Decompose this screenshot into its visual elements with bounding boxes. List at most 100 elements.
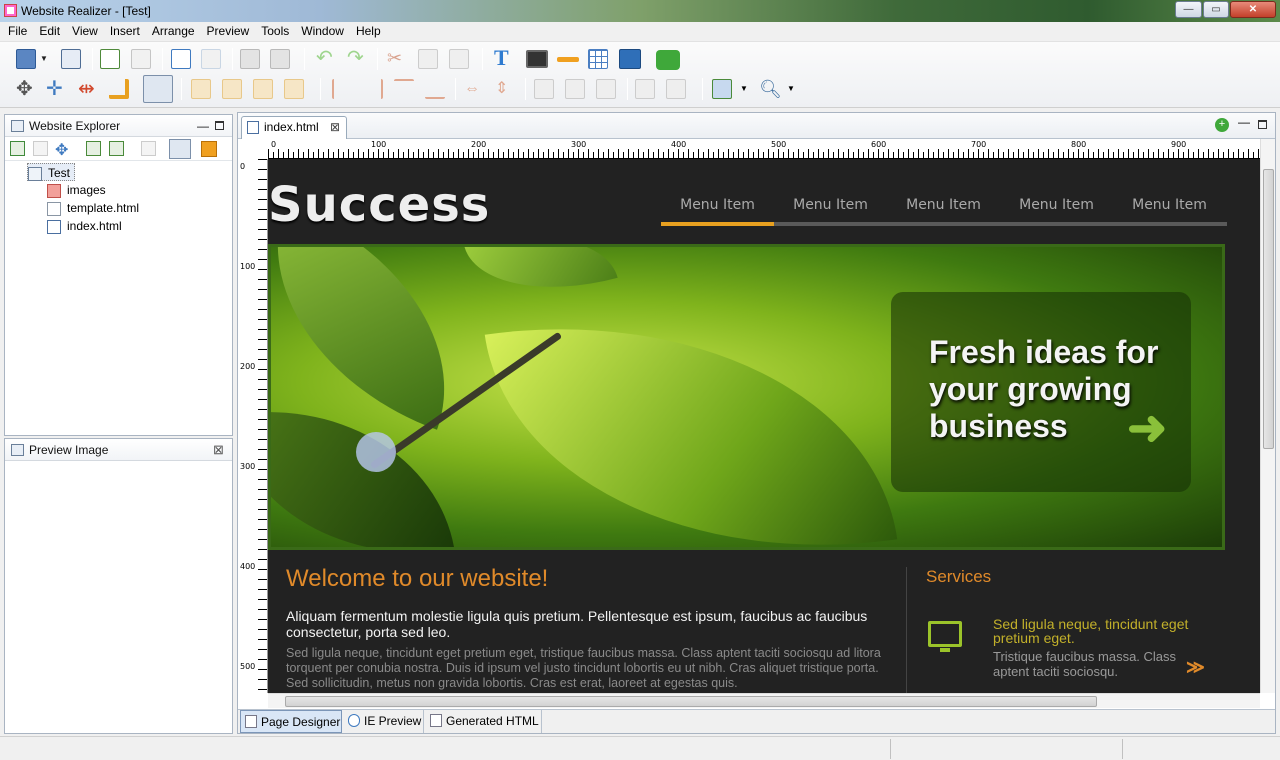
tab-page-designer[interactable]: Page Designer [240, 710, 342, 733]
body-paragraph[interactable]: Sed ligula neque, tincidunt eget pretium… [286, 646, 896, 691]
monitor-icon [928, 621, 962, 652]
menu-arrange[interactable]: Arrange [148, 22, 199, 41]
welcome-heading[interactable]: Welcome to our website! [286, 565, 548, 593]
ruler-label: 0 [240, 162, 246, 171]
menu-file[interactable]: File [4, 22, 31, 41]
ruler-label: 200 [240, 362, 256, 371]
nav-menu-item[interactable]: Menu Item [1000, 197, 1113, 213]
add-folder-icon[interactable] [10, 141, 25, 156]
tree-item-test[interactable]: Test [27, 163, 76, 181]
grid-icon[interactable]: ✥ [16, 79, 36, 99]
menu-help[interactable]: Help [352, 22, 385, 41]
ie-icon [348, 714, 360, 727]
add-page-icon[interactable] [100, 49, 120, 69]
horizontal-scrollbar[interactable] [268, 693, 1260, 708]
tree-item-index[interactable]: index.html [47, 217, 122, 235]
close-panel-icon[interactable]: ⊠ [213, 439, 224, 461]
menu-preview[interactable]: Preview [203, 22, 254, 41]
vertical-scrollbar[interactable] [1260, 139, 1275, 693]
ruler-label: 400 [671, 140, 687, 149]
zoom-dropdown-icon[interactable]: ▼ [787, 85, 795, 93]
close-button[interactable]: ✕ [1230, 1, 1276, 18]
nav-menu-item[interactable]: Menu Item [1113, 197, 1226, 213]
maximize-panel-icon[interactable] [215, 121, 224, 130]
vertical-scroll-thumb[interactable] [1263, 169, 1274, 449]
open-icon[interactable] [171, 49, 191, 69]
ruler-label: 500 [771, 140, 787, 149]
maximize-button[interactable]: ▭ [1203, 1, 1229, 18]
zoom-icon[interactable]: 🔍︎ [759, 79, 782, 99]
services-heading[interactable]: Services [926, 567, 991, 587]
insert-table-icon[interactable] [588, 49, 608, 69]
menu-edit[interactable]: Edit [35, 22, 64, 41]
move-item-icon[interactable]: ✥ [55, 140, 68, 160]
insert-form-icon[interactable] [656, 50, 680, 70]
resize-icon[interactable]: ⇹ [78, 79, 98, 99]
export-icon[interactable] [712, 79, 732, 99]
vertical-ruler: 0 100 200 300 400 500 [238, 159, 268, 693]
export-page-icon[interactable] [109, 141, 124, 156]
layout-mode-button[interactable] [143, 75, 173, 103]
new-page-icon[interactable] [16, 49, 36, 69]
tab-generated-html[interactable]: Generated HTML [426, 710, 542, 733]
insert-image-icon[interactable] [619, 49, 641, 69]
insert-line-icon[interactable] [557, 57, 579, 62]
hero-callout-box[interactable]: Fresh ideas for your growing business ➜ [891, 292, 1191, 492]
website-explorer-title: Website Explorer [29, 119, 121, 133]
nav-menu-item[interactable]: Menu Item [774, 197, 887, 213]
grid-view-icon[interactable] [201, 141, 217, 157]
design-canvas[interactable]: Success Menu Item Menu Item Menu Item Me… [268, 159, 1260, 695]
page-disabled-icon [131, 49, 151, 69]
page-properties-icon[interactable] [61, 49, 81, 69]
group-icon [635, 79, 655, 99]
nav-menu-item[interactable]: Menu Item [887, 197, 1000, 213]
center-vertical-icon: ⇕ [495, 80, 509, 97]
ruler-label: 200 [471, 140, 487, 149]
explorer-icon [11, 120, 24, 132]
dropdown-arrow-icon[interactable]: ▼ [40, 55, 48, 63]
tab-label: IE Preview [364, 714, 422, 728]
move-icon[interactable]: ✛ [46, 79, 66, 99]
tab-label: index.html [264, 120, 319, 134]
hero-banner[interactable]: Fresh ideas for your growing business ➜ [268, 244, 1225, 550]
site-logo[interactable]: Success [268, 177, 490, 233]
snap-icon[interactable] [109, 79, 129, 99]
html-file-icon [430, 714, 442, 727]
ruler-label: 300 [571, 140, 587, 149]
ruler-label: 800 [1071, 140, 1087, 149]
minimize-editor-icon[interactable]: — [1238, 115, 1250, 129]
insert-text-icon[interactable]: T [494, 47, 514, 69]
import-icon[interactable] [86, 141, 101, 156]
minimize-button[interactable]: — [1175, 1, 1202, 18]
close-tab-icon[interactable]: ⊠ [330, 117, 340, 138]
align-top-icon [394, 79, 414, 99]
more-link-icon[interactable]: ≫ [1186, 657, 1205, 678]
tree-item-template[interactable]: template.html [47, 199, 139, 217]
page-designer-icon [245, 715, 257, 728]
insert-media-icon[interactable] [526, 50, 548, 68]
editor-panel: index.html ⊠ + — 0 100 200 300 400 500 6… [237, 112, 1276, 734]
export-dropdown-icon[interactable]: ▼ [740, 85, 748, 93]
window-title: Website Realizer - [Test] [21, 4, 151, 18]
bring-front-icon [191, 79, 211, 99]
maximize-editor-icon[interactable] [1258, 120, 1267, 129]
service-description[interactable]: Tristique faucibus massa. Class aptent t… [993, 649, 1193, 679]
view-mode-button[interactable] [169, 139, 191, 159]
nav-menu-item[interactable]: Menu Item [661, 197, 774, 213]
lead-paragraph[interactable]: Aliquam fermentum molestie ligula quis p… [286, 608, 886, 640]
menu-insert[interactable]: Insert [106, 22, 144, 41]
add-icon[interactable]: + [1215, 118, 1229, 132]
service-title[interactable]: Sed ligula neque, tincidunt eget pretium… [993, 617, 1213, 645]
arrow-right-icon[interactable]: ➜ [1127, 400, 1167, 456]
tree-root-label: Test [48, 166, 71, 180]
tree-item-images[interactable]: images [47, 181, 106, 199]
minimize-panel-icon[interactable]: — [197, 115, 209, 137]
tab-ie-preview[interactable]: IE Preview [344, 710, 424, 733]
status-separator [1122, 739, 1123, 759]
menu-view[interactable]: View [68, 22, 102, 41]
tab-index-html[interactable]: index.html ⊠ [241, 116, 347, 139]
preview-image-panel: Preview Image ⊠ [4, 438, 233, 734]
horizontal-scroll-thumb[interactable] [285, 696, 1097, 707]
menu-window[interactable]: Window [297, 22, 348, 41]
menu-tools[interactable]: Tools [257, 22, 293, 41]
